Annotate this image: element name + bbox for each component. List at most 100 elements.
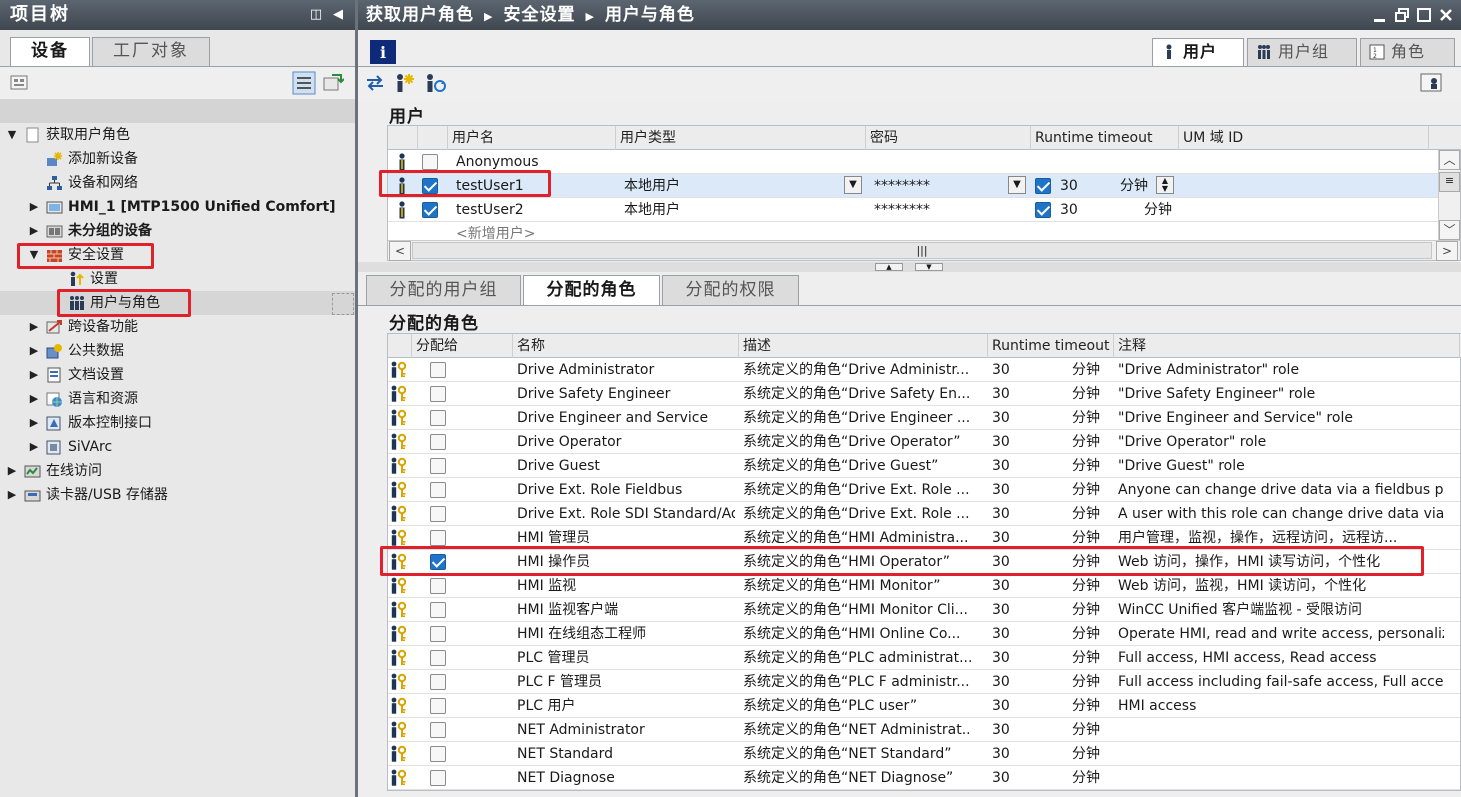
col-um-domain-id[interactable]: UM 域 ID (1179, 126, 1429, 150)
restore-icon[interactable] (1395, 8, 1409, 22)
tree-item[interactable]: 设备和网络 (0, 171, 355, 195)
role-name-cell[interactable]: Drive Guest (513, 454, 735, 478)
role-timeout-cell[interactable]: 30 (988, 742, 1048, 766)
role-assign-checkbox[interactable] (430, 650, 446, 666)
tab-assigned-roles[interactable]: 分配的角色 (523, 275, 660, 305)
tab-assigned-groups[interactable]: 分配的用户组 (366, 275, 521, 305)
role-comment-cell[interactable]: "Drive Guest" role (1114, 454, 1444, 478)
role-comment-cell[interactable]: HMI access (1114, 694, 1444, 718)
role-description-cell[interactable]: 系统定义的角色“Drive Guest” (739, 454, 971, 478)
collapsed-arrow-icon[interactable]: ▶ (28, 363, 40, 387)
refresh-user-icon[interactable] (424, 72, 446, 94)
role-name-cell[interactable]: PLC F 管理员 (513, 670, 735, 694)
user-timeout-cell[interactable]: 30 (1056, 174, 1106, 198)
role-row[interactable]: NET Standard 系统定义的角色“NET Standard” 30 分钟 (388, 742, 1460, 766)
role-comment-cell[interactable]: Operate HMI, read and write access, pers… (1114, 622, 1444, 646)
scroll-down-icon[interactable]: ﹀ (1439, 220, 1460, 240)
collapsed-arrow-icon[interactable]: ▶ (28, 315, 40, 339)
role-timeout-cell[interactable]: 30 (988, 670, 1048, 694)
collapse-panel-icon[interactable]: ◀ (331, 7, 347, 23)
col-assign-to[interactable]: 分配给 (412, 334, 513, 358)
role-row[interactable]: NET Diagnose 系统定义的角色“NET Diagnose” 30 分钟 (388, 766, 1460, 790)
splitter[interactable]: ▲ ▼ (358, 262, 1461, 272)
role-row[interactable]: HMI 在线组态工程师 系统定义的角色“HMI Online Co... 30 分钟 O… (388, 622, 1460, 646)
tree-item[interactable]: ▶ HMI_1 [MTP1500 Unified Comfort] (0, 195, 355, 219)
role-row[interactable]: PLC 管理员 系统定义的角色“PLC administrat... 30 分钟 Ful… (388, 646, 1460, 670)
role-comment-cell[interactable]: Full access, HMI access, Read access (1114, 646, 1444, 670)
tree-item[interactable]: ▼ 获取用户角色 (0, 123, 355, 147)
role-timeout-cell[interactable]: 30 (988, 646, 1048, 670)
tree-item[interactable]: ▶ 未分组的设备 (0, 219, 355, 243)
breadcrumb-item[interactable]: 获取用户角色 (366, 5, 474, 25)
breadcrumb-item[interactable]: 安全设置 (503, 5, 575, 25)
col-name[interactable]: 名称 (513, 334, 739, 358)
user-name-cell[interactable]: testUser2 (452, 198, 612, 222)
tab-plant-objects[interactable]: 工厂对象 (92, 37, 210, 66)
minimize-icon[interactable] (1373, 9, 1387, 23)
role-assign-checkbox[interactable] (430, 698, 446, 714)
hscroll-thumb[interactable]: ||| (412, 242, 1432, 259)
user-enabled-checkbox[interactable] (422, 154, 438, 170)
role-assign-checkbox[interactable] (430, 722, 446, 738)
role-description-cell[interactable]: 系统定义的角色“HMI Online Co... (739, 622, 971, 646)
tree-item[interactable]: 设置 (0, 267, 355, 291)
role-row[interactable]: Drive Guest 系统定义的角色“Drive Guest” 30 分钟 "Driv… (388, 454, 1460, 478)
role-name-cell[interactable]: HMI 在线组态工程师 (513, 622, 735, 646)
role-description-cell[interactable]: 系统定义的角色“Drive Operator” (739, 430, 971, 454)
role-assign-checkbox[interactable] (430, 482, 446, 498)
scroll-left-icon[interactable]: < (389, 241, 411, 261)
role-assign-checkbox[interactable] (430, 362, 446, 378)
role-assign-checkbox[interactable] (430, 602, 446, 618)
sync-icon[interactable] (322, 72, 344, 94)
role-name-cell[interactable]: Drive Ext. Role Fieldbus (513, 478, 735, 502)
collapsed-arrow-icon[interactable]: ▶ (28, 387, 40, 411)
role-description-cell[interactable]: 系统定义的角色“HMI Monitor” (739, 574, 971, 598)
user-password-cell[interactable]: ******** (870, 174, 1010, 198)
col-password[interactable]: 密码 (866, 126, 1031, 150)
role-timeout-cell[interactable]: 30 (988, 454, 1048, 478)
user-password-cell[interactable] (870, 150, 1010, 174)
tree-item[interactable]: ▶ SiVArc (0, 435, 355, 459)
tree-item[interactable]: ▶ 文档设置 (0, 363, 355, 387)
tree-item[interactable]: ▶ 在线访问 (0, 459, 355, 483)
user-row[interactable]: testUser2 本地用户 ******** 30 分钟 (388, 198, 1438, 222)
tab-user-groups[interactable]: 用户组 (1247, 38, 1357, 66)
role-row[interactable]: Drive Administrator 系统定义的角色“Drive Adminis… (388, 358, 1460, 382)
role-timeout-cell[interactable]: 30 (988, 718, 1048, 742)
role-description-cell[interactable]: 系统定义的角色“Drive Engineer ... (739, 406, 971, 430)
close-icon[interactable] (1439, 8, 1453, 22)
col-role-runtime-timeout[interactable]: Runtime timeout (988, 334, 1114, 358)
role-comment-cell[interactable] (1114, 718, 1444, 742)
collapsed-arrow-icon[interactable]: ▶ (28, 219, 40, 243)
role-row[interactable]: Drive Operator 系统定义的角色“Drive Operator” 30 分… (388, 430, 1460, 454)
role-row[interactable]: PLC F 管理员 系统定义的角色“PLC F administr... 30 分钟 F… (388, 670, 1460, 694)
user-timeout-cell[interactable]: 30 (1056, 198, 1106, 222)
role-row[interactable]: NET Administrator 系统定义的角色“NET Administrat… (388, 718, 1460, 742)
scroll-up-icon[interactable]: ︿ (1439, 150, 1460, 170)
maximize-icon[interactable] (1417, 8, 1431, 22)
role-comment-cell[interactable] (1114, 742, 1444, 766)
role-name-cell[interactable]: Drive Ext. Role SDI Standard/Adv (513, 502, 735, 526)
split-view-icon[interactable]: ◫ (309, 7, 325, 23)
role-assign-checkbox[interactable] (430, 386, 446, 402)
role-assign-checkbox[interactable] (430, 626, 446, 642)
role-comment-cell[interactable]: WinCC Unified 客户端监视 - 受限访问 (1114, 598, 1444, 622)
role-description-cell[interactable]: 系统定义的角色“Drive Ext. Role ... (739, 478, 971, 502)
role-timeout-cell[interactable]: 30 (988, 598, 1048, 622)
role-row[interactable]: Drive Ext. Role SDI Standard/Adv 系统定义的角色“… (388, 502, 1460, 526)
role-timeout-cell[interactable]: 30 (988, 430, 1048, 454)
collapsed-arrow-icon[interactable]: ▶ (28, 195, 40, 219)
role-description-cell[interactable]: 系统定义的角色“NET Standard” (739, 742, 971, 766)
tree-item[interactable]: ▶ 读卡器/USB 存储器 (0, 483, 355, 507)
list-view-icon[interactable] (292, 71, 316, 95)
info-icon[interactable]: i (370, 40, 396, 64)
role-name-cell[interactable]: HMI 监视 (513, 574, 735, 598)
add-user-icon[interactable] (394, 72, 416, 94)
role-description-cell[interactable]: 系统定义的角色“HMI Monitor Cli... (739, 598, 971, 622)
role-comment-cell[interactable]: Anyone can change drive data via a field… (1114, 478, 1444, 502)
tab-devices[interactable]: 设备 (10, 37, 90, 66)
role-timeout-cell[interactable]: 30 (988, 622, 1048, 646)
role-comment-cell[interactable]: "Drive Operator" role (1114, 430, 1444, 454)
role-comment-cell[interactable]: Full access including fail-safe access, … (1114, 670, 1444, 694)
role-assign-checkbox[interactable] (430, 530, 446, 546)
